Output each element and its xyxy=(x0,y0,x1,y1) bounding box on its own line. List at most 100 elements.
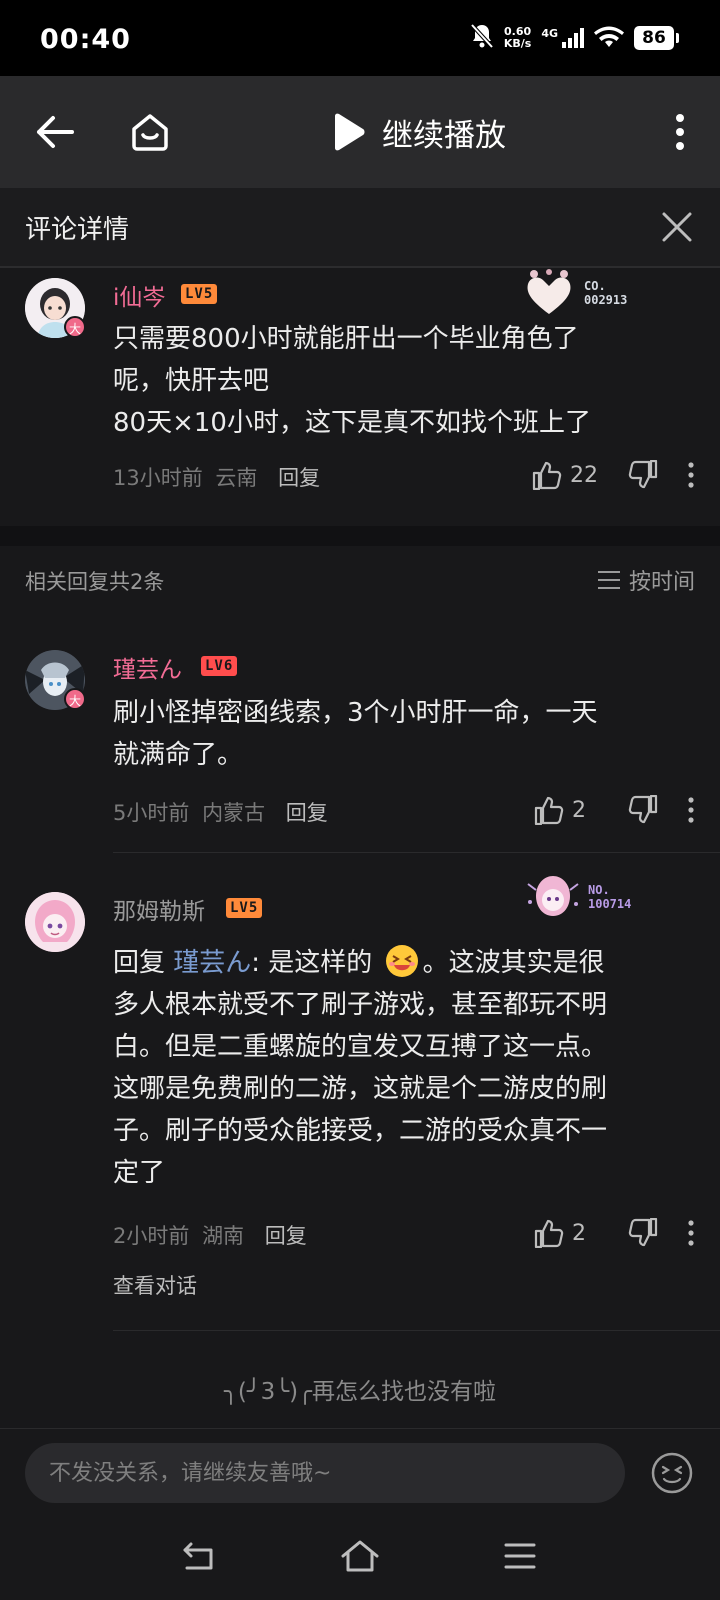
nav-back-button[interactable] xyxy=(178,1534,222,1578)
wifi-icon xyxy=(594,25,624,51)
mute-bell-icon xyxy=(470,23,494,53)
page-title: 评论详情 xyxy=(25,215,130,245)
battery-indicator: 86 xyxy=(634,26,679,50)
reply-button[interactable]: 回复 xyxy=(278,466,320,490)
comment-location: 内蒙古 xyxy=(202,801,266,825)
sort-button[interactable]: 按时间 xyxy=(597,564,695,596)
decoration-badge: NO. 100714 xyxy=(524,872,631,922)
fan-badge: 大 xyxy=(64,688,86,710)
like-count: 22 xyxy=(570,462,598,488)
comment-actions: 2 xyxy=(534,792,694,828)
emoji-face-icon xyxy=(651,1452,693,1494)
home-smile-icon xyxy=(132,114,168,151)
reply-button[interactable]: 回复 xyxy=(286,801,328,825)
comment-time: 5小时前 xyxy=(113,801,190,825)
decoration-heart-icon xyxy=(527,269,571,314)
comment-time: 2小时前 xyxy=(113,1224,190,1248)
menu-lines-icon xyxy=(597,571,620,589)
arrow-left-icon xyxy=(37,116,74,148)
comment-text: 只需要800小时就能肝出一个毕业角色了 呢，快肝去吧 80天×10小时，这下是真… xyxy=(113,324,591,438)
dislike-button[interactable] xyxy=(628,795,658,825)
status-time: 00:40 xyxy=(40,24,131,55)
comment-detail-header: 评论详情 xyxy=(0,188,720,268)
level-badge: LV5 xyxy=(181,284,218,304)
level-badge: LV5 xyxy=(226,898,263,918)
more-vertical-icon xyxy=(688,462,694,488)
nav-home-button[interactable] xyxy=(338,1534,382,1578)
like-button[interactable]: 2 xyxy=(534,795,598,825)
thumbs-up-icon xyxy=(532,461,562,490)
home-icon xyxy=(341,1540,379,1572)
signal-indicator: 4G xyxy=(541,28,584,48)
comment-username[interactable]: 那姆勒斯 xyxy=(113,892,205,926)
comment-text: 刷小怪掉密函线索，3个小时肝一命，一天 就满命了。 xyxy=(113,698,598,770)
status-bar: 00:40 0.60 KB/s 4G 86 xyxy=(0,0,720,76)
back-return-icon xyxy=(183,1542,213,1570)
top-app-bar: 继续播放 xyxy=(0,76,720,188)
reply-divider xyxy=(113,1330,720,1331)
comment-location: 湖南 xyxy=(202,1224,245,1248)
like-count: 2 xyxy=(572,797,586,823)
thumbs-down-icon xyxy=(628,460,658,489)
play-icon xyxy=(335,113,365,151)
end-of-list-text: ╮(╯3╰)╭再怎么找也没有啦 xyxy=(224,1379,496,1405)
related-replies-bar: 相关回复共2条 按时间 xyxy=(0,546,720,616)
continue-play-button[interactable]: 继续播放 xyxy=(330,106,506,158)
back-button[interactable] xyxy=(27,104,83,160)
nav-menu-button[interactable] xyxy=(498,1534,542,1578)
more-vertical-icon xyxy=(688,797,694,823)
comment-username[interactable]: 瑾芸ん xyxy=(113,650,182,684)
comment-more-button[interactable] xyxy=(688,797,694,823)
main-comment: 大 i仙岑 LV5 CO. 002913 只需要800小时就能肝出一个毕业角色了… xyxy=(0,268,720,526)
comment-input-bar xyxy=(0,1428,720,1514)
reply-first-line: 回复 瑾芸ん: 是这样的 。这波其实是很 xyxy=(113,942,693,984)
comment-meta: 13小时前 云南 回复 xyxy=(113,462,320,492)
dislike-button[interactable] xyxy=(628,1218,658,1248)
close-button[interactable] xyxy=(656,206,698,248)
comment-meta: 2小时前 湖南 回复 xyxy=(113,1220,307,1250)
status-icons: 0.60 KB/s 4G 86 xyxy=(470,22,679,54)
thumbs-down-icon xyxy=(628,1218,658,1247)
more-options-button[interactable] xyxy=(652,104,708,160)
system-nav-bar xyxy=(0,1514,720,1600)
menu-icon xyxy=(504,1543,536,1569)
thumbs-up-icon xyxy=(534,1219,564,1248)
comment-input[interactable] xyxy=(25,1443,625,1503)
reply-button[interactable]: 回复 xyxy=(265,1224,307,1248)
emoji-button[interactable] xyxy=(650,1451,694,1495)
like-count: 2 xyxy=(572,1220,586,1246)
sort-label: 按时间 xyxy=(628,570,695,595)
comment-more-button[interactable] xyxy=(688,462,694,488)
comment-more-button[interactable] xyxy=(688,1220,694,1246)
laughing-emoji-icon xyxy=(385,945,418,977)
like-button[interactable]: 22 xyxy=(532,460,598,490)
thumbs-down-icon xyxy=(628,795,658,824)
decoration-badge: CO. 002913 xyxy=(520,268,627,318)
reply-divider xyxy=(113,852,720,853)
view-conversation-link[interactable]: 查看对话 xyxy=(113,1270,197,1300)
related-count: 相关回复共2条 xyxy=(25,570,165,594)
level-badge: LV6 xyxy=(201,656,238,676)
thumbs-up-icon xyxy=(534,796,564,825)
comment-meta: 5小时前 内蒙古 回复 xyxy=(113,797,328,827)
more-vertical-icon xyxy=(676,114,684,150)
comment-actions: 2 xyxy=(534,1215,694,1251)
comment-text: 回复 瑾芸ん: 是这样的 。这波其实是很 多人根本就受不了刷子游戏，甚至都玩不明… xyxy=(113,942,693,1194)
decoration-character-icon xyxy=(527,876,579,916)
avatar[interactable] xyxy=(25,892,85,952)
comment-location: 云南 xyxy=(215,466,258,490)
signal-bars-icon xyxy=(562,28,584,48)
close-icon xyxy=(662,212,692,242)
comment-username[interactable]: i仙岑 xyxy=(113,278,165,312)
network-speed: 0.60 KB/s xyxy=(503,25,532,50)
more-vertical-icon xyxy=(688,1220,694,1246)
continue-play-label: 继续播放 xyxy=(382,117,506,154)
section-divider xyxy=(0,526,720,546)
reply-target-link[interactable]: 瑾芸ん xyxy=(173,948,251,978)
comment-time: 13小时前 xyxy=(113,466,203,490)
home-button[interactable] xyxy=(122,104,178,160)
dislike-button[interactable] xyxy=(628,460,658,490)
fan-badge: 大 xyxy=(64,316,86,338)
comment-actions: 22 xyxy=(532,457,694,493)
like-button[interactable]: 2 xyxy=(534,1218,598,1248)
